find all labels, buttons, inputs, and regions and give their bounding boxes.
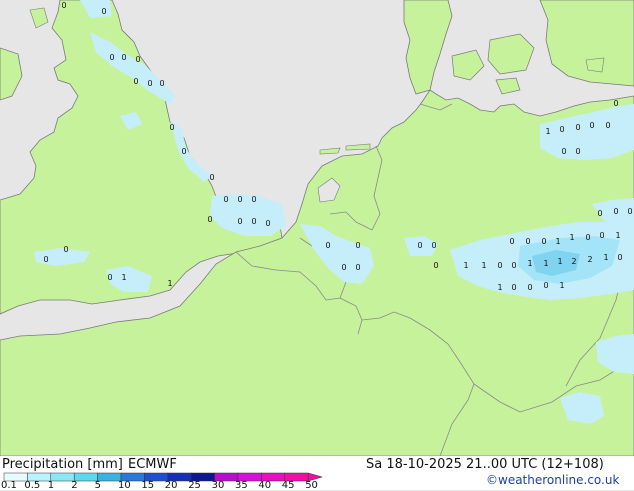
precip-value-label: 1 xyxy=(167,279,172,288)
color-scale-tick-label: 35 xyxy=(235,480,248,491)
precip-value-label: 0 xyxy=(159,79,164,88)
color-scale-tick-label: 10 xyxy=(118,480,131,491)
precip-value-label: 1 xyxy=(527,259,532,268)
precip-value-label: 0 xyxy=(325,241,330,250)
color-scale-tick-label: 0.5 xyxy=(24,480,41,491)
precip-value-label: 0 xyxy=(237,217,242,226)
precip-value-label: 0 xyxy=(627,207,632,216)
color-scale-tick-label: 2 xyxy=(71,480,78,491)
precip-value-label: 0 xyxy=(101,7,106,16)
precip-value-label: 0 xyxy=(433,261,438,270)
footer: Precipitation [mm] ECMWF Sa 18-10-2025 2… xyxy=(0,456,634,491)
precip-value-label: 0 xyxy=(181,147,186,156)
precip-value-label: 1 xyxy=(463,261,468,270)
legend-title: Precipitation [mm] xyxy=(2,457,123,472)
precip-value-label: 0 xyxy=(559,125,564,134)
precip-value-label: 1 xyxy=(545,127,550,136)
precip-value-label: 0 xyxy=(511,283,516,292)
precip-value-label: 0 xyxy=(605,121,610,130)
precip-value-label: 0 xyxy=(575,123,580,132)
precip-value-label: 1 xyxy=(603,253,608,262)
precip-value-label: 0 xyxy=(431,241,436,250)
color-scale-tick-label: 50 xyxy=(305,480,318,491)
precip-value-label: 0 xyxy=(541,237,546,246)
precip-value-label: 0 xyxy=(355,241,360,250)
precip-value-label: 1 xyxy=(555,237,560,246)
precip-value-label: 0 xyxy=(509,237,514,246)
precip-value-label: 0 xyxy=(341,263,346,272)
color-scale-tick-label: 15 xyxy=(141,480,155,491)
weather-map: 0000000000000000000001100000000001100111… xyxy=(0,0,634,491)
valid-time: Sa 18-10-2025 21..00 UTC (12+108) xyxy=(366,457,604,472)
color-scale-tick-label: 1 xyxy=(47,480,55,491)
precip-value-label: 0 xyxy=(133,77,138,86)
precip-value-label: 0 xyxy=(61,1,66,10)
color-scale-tick-label: 30 xyxy=(211,480,225,491)
precip-value-label: 0 xyxy=(543,281,548,290)
precip-value-label: 0 xyxy=(497,261,502,270)
precip-value-label: 1 xyxy=(569,233,574,242)
precip-value-label: 0 xyxy=(561,147,566,156)
precip-value-label: 0 xyxy=(617,253,622,262)
precip-value-label: 0 xyxy=(575,147,580,156)
precip-value-label: 0 xyxy=(169,123,174,132)
precip-value-label: 1 xyxy=(543,259,548,268)
precip-value-label: 1 xyxy=(481,261,486,270)
precip-value-label: 0 xyxy=(599,231,604,240)
precip-value-label: 1 xyxy=(557,257,562,266)
precip-value-label: 0 xyxy=(585,233,590,242)
precip-value-label: 0 xyxy=(107,273,112,282)
precip-value-label: 0 xyxy=(223,195,228,204)
precip-value-label: 1 xyxy=(121,273,126,282)
precip-value-label: 0 xyxy=(147,79,152,88)
precip-value-label: 0 xyxy=(109,53,114,62)
color-scale-tick-label: 25 xyxy=(188,480,201,491)
precip-value-label: 0 xyxy=(265,219,270,228)
precip-value-label: 1 xyxy=(559,281,564,290)
precip-value-label: 2 xyxy=(571,257,576,266)
precip-value-label: 0 xyxy=(121,53,126,62)
precip-value-label: 0 xyxy=(237,195,242,204)
precip-value-label: 1 xyxy=(615,231,620,240)
precip-value-label: 0 xyxy=(613,207,618,216)
precip-value-label: 0 xyxy=(417,241,422,250)
model-name: ECMWF xyxy=(128,457,177,472)
precip-value-label: 0 xyxy=(597,209,602,218)
precip-value-label: 0 xyxy=(63,245,68,254)
precip-value-label: 1 xyxy=(497,283,502,292)
color-scale-tick-label: 5 xyxy=(94,480,101,491)
precip-value-label: 0 xyxy=(251,195,256,204)
precip-value-label: 0 xyxy=(613,99,618,108)
precipitation-map: 000 0 00 0 00000 0 00 0 0 0000 110 00 00 000 0 0 1 1 0 0 11 1… xyxy=(0,0,634,456)
precip-value-label: 0 xyxy=(43,255,48,264)
precip-value-label: 0 xyxy=(355,263,360,272)
color-scale-tick-label: 40 xyxy=(258,480,272,491)
color-scale-tick-label: 45 xyxy=(281,480,295,491)
color-scale-tick-label: 20 xyxy=(164,480,178,491)
precip-value-label: 0 xyxy=(207,215,212,224)
island xyxy=(585,57,605,73)
precip-value-label: 0 xyxy=(209,173,214,182)
precip-value-label: 0 xyxy=(527,283,532,292)
precip-value-label: 0 xyxy=(135,55,140,64)
color-scale-tick-label: 0.1 xyxy=(1,480,17,491)
precip-value-label: 0 xyxy=(511,261,516,270)
credit-link[interactable]: ©weatheronline.co.uk xyxy=(486,473,619,487)
precip-value-label: 0 xyxy=(589,121,594,130)
precip-value-label: 2 xyxy=(587,255,592,264)
precip-value-label: 0 xyxy=(251,217,256,226)
precip-value-label: 0 xyxy=(525,237,530,246)
